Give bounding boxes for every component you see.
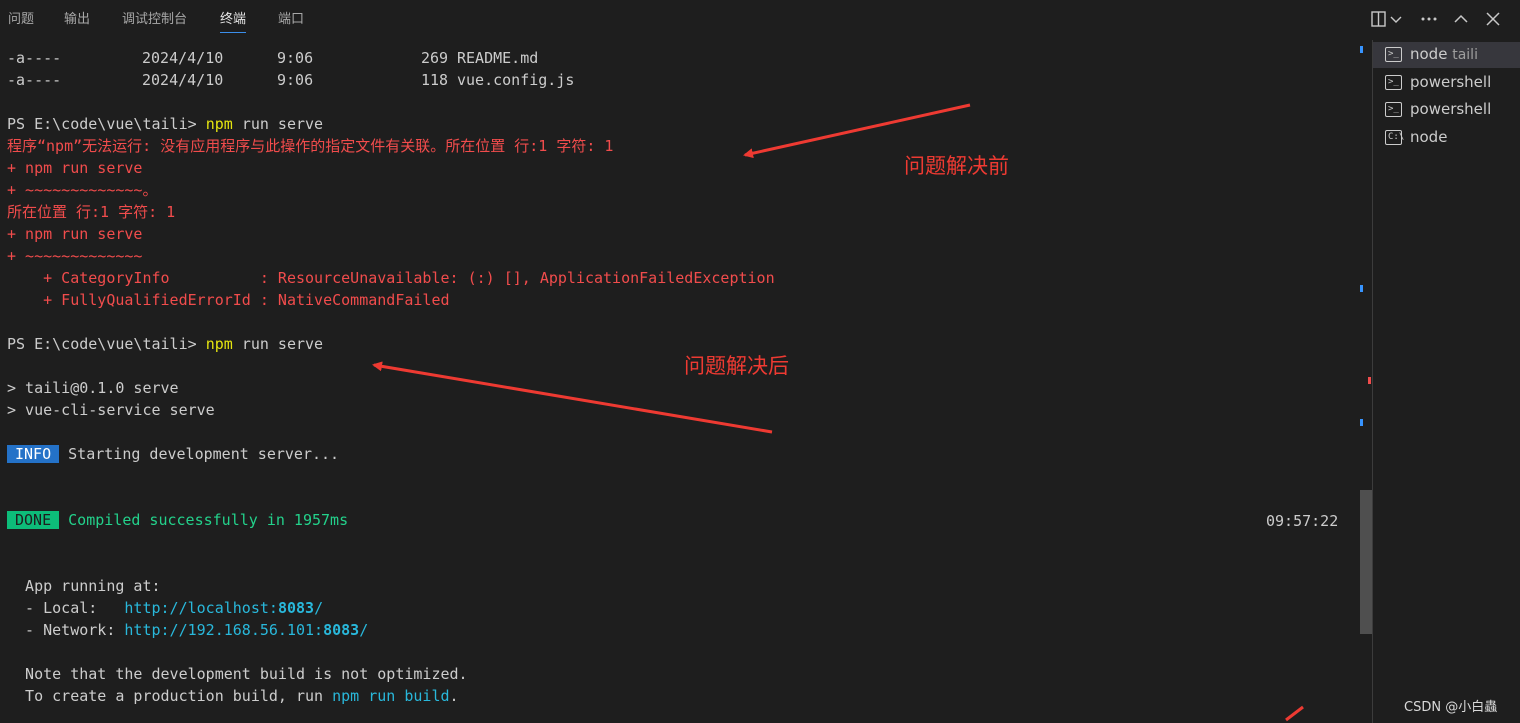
terminal-item-node[interactable]: C:\ node [1373,125,1520,151]
annotation-after: 问题解决后 [684,354,789,378]
local-url-line: - Local: http://localhost:8083/ [7,599,324,617]
split-layout-icon[interactable] [1368,8,1390,30]
scroll-marker [1368,377,1371,384]
error-line: + npm run serve [7,159,143,177]
terminal-list-panel: >_ node taili >_ powershell >_ powershel… [1372,40,1520,723]
local-url-link[interactable]: http://localhost:8083/ [124,599,323,617]
network-url-line: - Network: http://192.168.56.101:8083/ [7,621,369,639]
file-row: -a---- 2024/4/10 9:06 118 vue.config.js [7,71,575,89]
scroll-marker [1360,419,1363,426]
network-url-link[interactable]: http://192.168.56.101:8083/ [124,621,368,639]
error-line: + CategoryInfo : ResourceUnavailable: (:… [7,269,775,287]
terminal-item-node-taili[interactable]: >_ node taili [1373,42,1520,68]
output-line: > vue-cli-service serve [7,401,215,419]
terminal-item-powershell[interactable]: >_ powershell [1373,70,1520,96]
scroll-marker [1360,285,1363,292]
error-line: + ~~~~~~~~~~~~~ [7,247,143,265]
note-line: Note that the development build is not o… [7,665,468,683]
terminal-item-powershell[interactable]: >_ powershell [1373,97,1520,123]
scroll-marker [1360,46,1363,53]
close-panel-icon[interactable] [1482,8,1504,30]
tab-terminal[interactable]: 终端 [220,10,247,33]
tab-output[interactable]: 输出 [64,10,90,32]
cmd-icon: C:\ [1385,130,1404,145]
info-line: INFO Starting development server... [7,443,339,465]
tab-problems[interactable]: 问题 [8,10,34,32]
terminal-output[interactable]: -a---- 2024/4/10 9:06 269 README.md -a---- 20… [0,40,1358,723]
terminal-scrollbar-thumb[interactable] [1360,490,1372,634]
note-line: To create a production build, run npm ru… [7,687,459,705]
maximize-panel-icon[interactable] [1450,8,1472,30]
done-badge: DONE [7,511,60,529]
more-actions-icon[interactable] [1418,8,1440,30]
tab-ports[interactable]: 端口 [278,10,304,32]
error-line: + npm run serve [7,225,143,243]
prompt-line: PS E:\code\vue\taili> npm run serve [7,115,324,133]
output-line: > taili@0.1.0 serve [7,379,179,397]
chevron-down-icon[interactable] [1389,8,1403,30]
prompt-line: PS E:\code\vue\taili> npm run serve [7,335,324,353]
app-running-line: App running at: [7,577,161,595]
terminal-icon: >_ [1385,102,1402,117]
info-badge: INFO [7,445,60,463]
file-row: -a---- 2024/4/10 9:06 269 README.md [7,49,539,67]
error-line: 所在位置 行:1 字符: 1 [7,203,176,221]
terminal-icon: >_ [1385,75,1402,90]
panel-tab-bar: 问题 输出 调试控制台 终端 端口 [0,0,1520,40]
done-line: DONE Compiled successfully in 1957ms [7,509,348,531]
done-timestamp: 09:57:22 [1266,512,1339,530]
watermark: CSDN @小白蟲 [1404,700,1498,715]
error-line: + ~~~~~~~~~~~~~。 [7,181,158,199]
error-line: + FullyQualifiedErrorId : NativeCommandF… [7,291,450,309]
error-line: 程序“npm”无法运行: 没有应用程序与此操作的指定文件有关联。所在位置 行:1… [7,137,614,155]
annotation-before: 问题解决前 [904,154,1009,178]
terminal-icon: >_ [1385,47,1402,62]
tab-debug-console[interactable]: 调试控制台 [122,10,187,32]
